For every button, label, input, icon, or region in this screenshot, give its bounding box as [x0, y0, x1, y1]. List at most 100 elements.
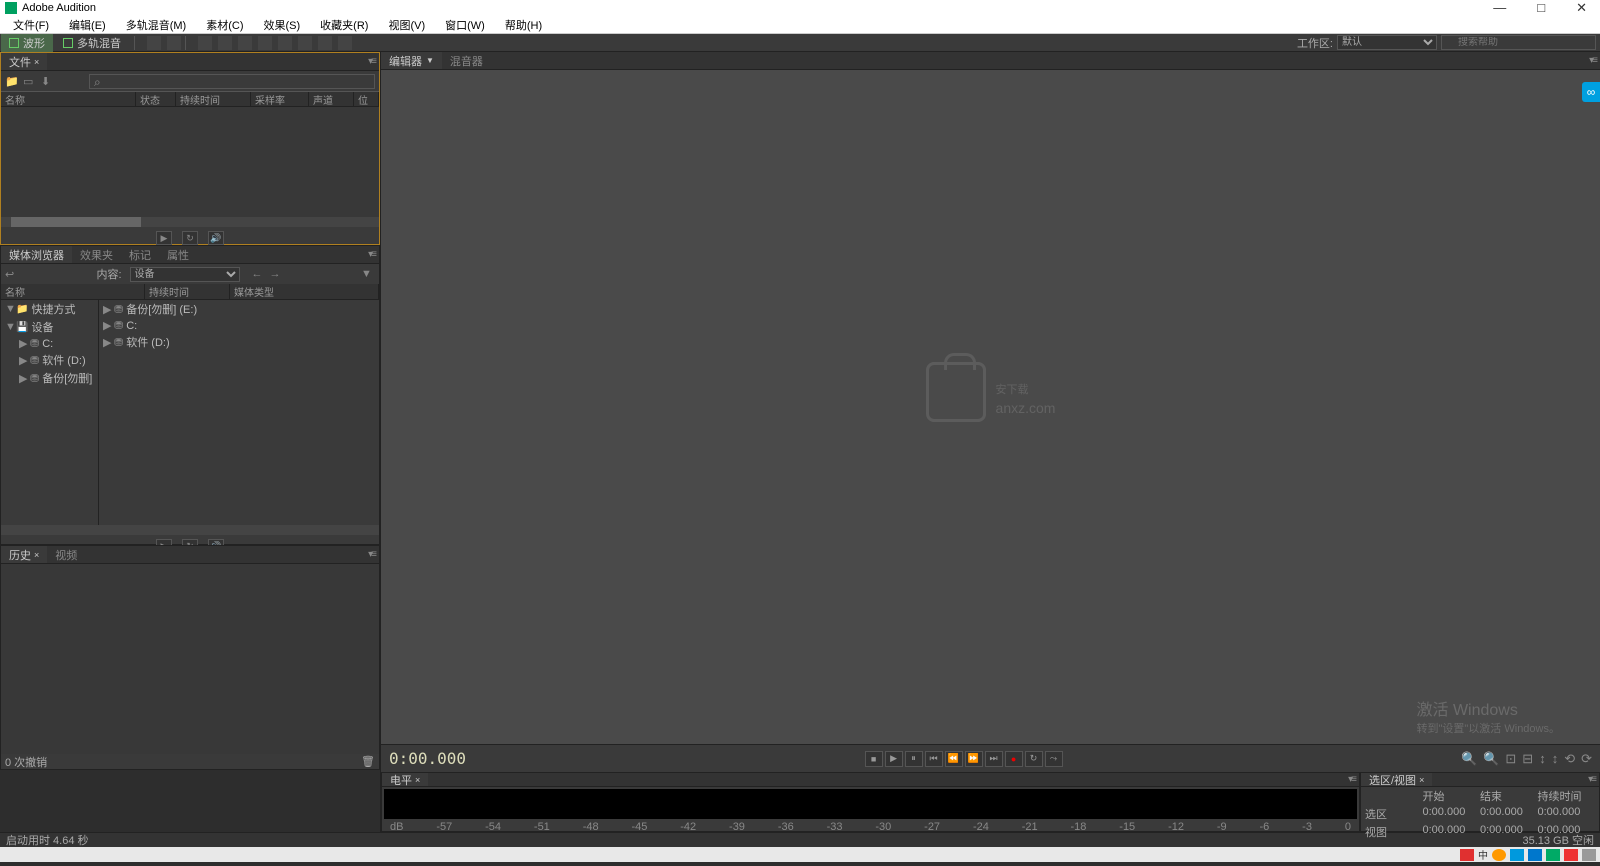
razor-tool-icon[interactable] [218, 36, 232, 50]
multitrack-mode-button[interactable]: 多轨混音 [55, 34, 129, 52]
menu-clip[interactable]: 素材(C) [196, 17, 253, 33]
panel-menu-icon[interactable]: ▾≡ [1589, 55, 1596, 66]
files-scrollbar[interactable] [1, 217, 379, 227]
slip-tool-icon[interactable] [238, 36, 252, 50]
files-search[interactable] [89, 74, 375, 89]
loop-button[interactable]: ↻ [1025, 751, 1043, 767]
tab-mixer[interactable]: 混音器 [442, 52, 491, 69]
skip-button[interactable]: ⤳ [1045, 751, 1063, 767]
col-status[interactable]: 状态 [136, 92, 176, 106]
menu-help[interactable]: 帮助(H) [495, 17, 552, 33]
lasso-icon[interactable] [298, 36, 312, 50]
zoom-prev-icon[interactable]: ⟲ [1564, 751, 1575, 767]
content-dropdown[interactable]: 设备 [130, 267, 240, 282]
prev-button[interactable]: ⏮ [925, 751, 943, 767]
history-list[interactable] [1, 564, 379, 754]
col-channels[interactable]: 声道 [309, 92, 354, 106]
menu-window[interactable]: 窗口(W) [435, 17, 495, 33]
play-button[interactable]: ▶ [885, 751, 903, 767]
zoom-in-v-icon[interactable]: ↕ [1539, 751, 1546, 767]
nav-fwd-icon[interactable]: → [270, 268, 284, 280]
tab-files[interactable]: 文件× [1, 53, 47, 70]
tray-icon[interactable] [1492, 849, 1506, 861]
workspace-dropdown[interactable]: 默认 [1337, 35, 1437, 50]
zoom-in-icon[interactable]: 🔍 [1461, 751, 1477, 767]
tab-effects-rack[interactable]: 效果夹 [72, 246, 121, 263]
stop-button[interactable]: ■ [865, 751, 883, 767]
tray-icon[interactable] [1564, 849, 1578, 861]
tray-icon[interactable] [1510, 849, 1524, 861]
trash-icon[interactable]: 🗑 [361, 755, 375, 768]
back-icon[interactable]: ↩ [5, 268, 19, 280]
tray-icon[interactable] [1528, 849, 1542, 861]
next-button[interactable]: ⏭ [985, 751, 1003, 767]
zoom-out-icon[interactable]: 🔍 [1483, 751, 1499, 767]
minimize-button[interactable]: — [1485, 0, 1514, 16]
time-selection-icon[interactable] [258, 36, 272, 50]
forward-button[interactable]: ⏩ [965, 751, 983, 767]
tree-item-shortcuts[interactable]: ▼📁 快捷方式 [1, 300, 98, 318]
tab-properties[interactable]: 属性 [159, 246, 197, 263]
autoplay-button[interactable]: 🔊 [208, 231, 224, 245]
zoom-full-icon[interactable]: ⊡ [1505, 751, 1516, 767]
col-bits[interactable]: 位 [354, 92, 379, 106]
menu-effects[interactable]: 效果(S) [254, 17, 311, 33]
tab-video[interactable]: 视频 [47, 546, 85, 563]
record-button[interactable]: ● [1005, 751, 1023, 767]
search-help[interactable] [1441, 35, 1596, 50]
spectral-frequency-icon[interactable] [147, 36, 161, 50]
menu-view[interactable]: 视图(V) [378, 17, 435, 33]
tab-editor[interactable]: 编辑器 ▼ [381, 52, 442, 69]
col-duration[interactable]: 持续时间 [145, 284, 230, 299]
brush-icon[interactable] [318, 36, 332, 50]
marquee-icon[interactable] [278, 36, 292, 50]
close-button[interactable]: ✕ [1568, 0, 1595, 16]
zoom-out-v-icon[interactable]: ↕ [1552, 751, 1559, 767]
menu-multitrack[interactable]: 多轨混音(M) [116, 17, 197, 33]
rewind-button[interactable]: ⏪ [945, 751, 963, 767]
tab-markers[interactable]: 标记 [121, 246, 159, 263]
pause-button[interactable]: ⏸ [905, 751, 923, 767]
panel-menu-icon[interactable]: ▾≡ [1348, 774, 1355, 785]
tree-item-c[interactable]: ▶⛃ C: [1, 336, 98, 351]
tree-item-d[interactable]: ▶⛃ 软件 (D:) [1, 351, 98, 369]
heal-icon[interactable] [338, 36, 352, 50]
menu-favorites[interactable]: 收藏夹(R) [310, 17, 378, 33]
tree-item-devices[interactable]: ▼💾 设备 [1, 318, 98, 336]
zoom-next-icon[interactable]: ⟳ [1581, 751, 1592, 767]
level-meter[interactable] [384, 789, 1357, 819]
col-samplerate[interactable]: 采样率 [251, 92, 309, 106]
open-file-icon[interactable]: 📁 [5, 75, 19, 87]
maximize-button[interactable]: □ [1529, 0, 1553, 16]
tree-item-backup[interactable]: ▶⛃ 备份[勿删] [1, 369, 98, 387]
close-tab-icon[interactable]: × [34, 550, 39, 560]
tab-media-browser[interactable]: 媒体浏览器 [1, 246, 72, 263]
spectral-pitch-icon[interactable] [167, 36, 181, 50]
tray-icon[interactable] [1582, 849, 1596, 861]
tab-selview[interactable]: 选区/视图× [1361, 773, 1432, 786]
col-mediatype[interactable]: 媒体类型 [230, 284, 379, 299]
nav-back-icon[interactable]: ← [252, 268, 266, 280]
ime-label[interactable]: 中 [1478, 847, 1488, 862]
files-list[interactable] [1, 107, 379, 217]
panel-menu-icon[interactable]: ▾≡ [368, 549, 375, 560]
tree-row[interactable]: ▶⛃ 软件 (D:) [99, 333, 379, 351]
close-tab-icon[interactable]: × [34, 57, 39, 67]
filter-icon[interactable]: ▼ [361, 268, 375, 280]
loop-button[interactable]: ↻ [182, 231, 198, 245]
tab-history[interactable]: 历史× [1, 546, 47, 563]
tab-levels[interactable]: 电平× [382, 773, 428, 786]
tree-row[interactable]: ▶⛃ C: [99, 318, 379, 333]
panel-menu-icon[interactable]: ▾≡ [368, 56, 375, 67]
col-name[interactable]: 名称 [1, 284, 145, 299]
browser-scrollbar[interactable] [1, 525, 379, 535]
import-icon[interactable]: ⬇ [41, 75, 55, 87]
col-name[interactable]: 名称 [1, 92, 136, 106]
menu-edit[interactable]: 编辑(E) [59, 17, 116, 33]
new-file-icon[interactable]: ▭ [23, 75, 37, 87]
col-duration[interactable]: 持续时间 [176, 92, 251, 106]
search-input[interactable] [1442, 37, 1595, 48]
tray-icon[interactable] [1546, 849, 1560, 861]
panel-menu-icon[interactable]: ▾≡ [368, 249, 375, 260]
panel-menu-icon[interactable]: ▾≡ [1588, 774, 1595, 785]
